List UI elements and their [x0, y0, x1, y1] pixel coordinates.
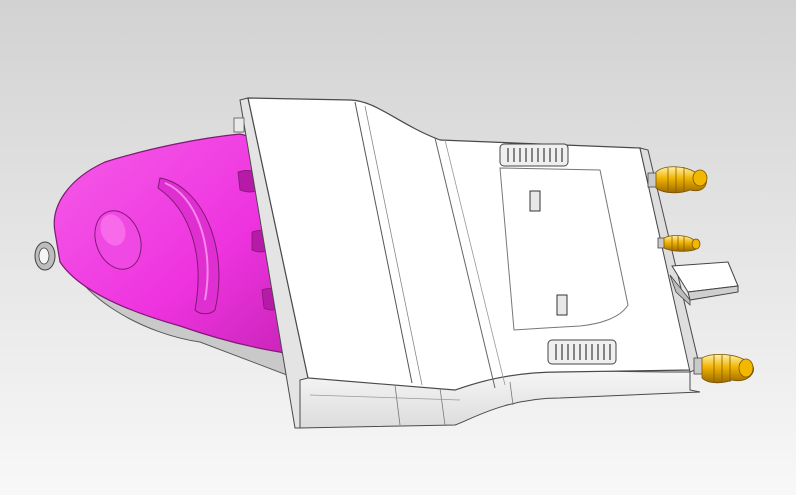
slot-lower	[556, 294, 568, 316]
cap-nub-hole	[38, 247, 50, 265]
grip-ridge-bottom[interactable]	[547, 339, 617, 365]
pin-middle-tip	[691, 238, 701, 250]
slot-upper	[529, 190, 541, 212]
grip-bottom-frame	[547, 339, 617, 365]
grip-ridge-top[interactable]	[499, 143, 569, 167]
white-plug-body[interactable]	[233, 97, 701, 429]
grip-top-frame	[499, 143, 569, 167]
body-notch	[233, 117, 245, 133]
cad-model-render[interactable]	[0, 0, 796, 495]
cad-3d-viewport[interactable]	[0, 0, 796, 495]
pin-bottom-tip	[738, 358, 754, 378]
pin-top-tip	[692, 169, 708, 187]
